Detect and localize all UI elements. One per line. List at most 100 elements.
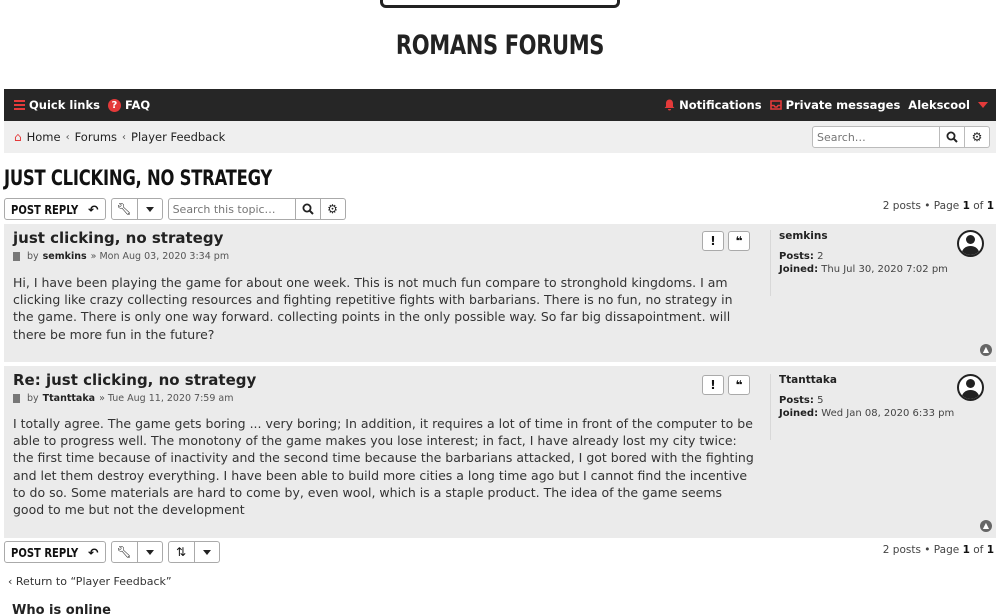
profile-joined: Joined: Wed Jan 08, 2020 6:33 pm (779, 408, 992, 419)
post-meta: by semkins » Mon Aug 03, 2020 3:34 pm (13, 251, 229, 262)
profile-posts-label: Posts: (779, 251, 814, 262)
caret-down-icon (978, 102, 988, 108)
bell-icon (664, 99, 675, 111)
exclamation-icon: ! (710, 378, 716, 392)
post-buttons: ! ❝ (702, 231, 750, 251)
header-search-button[interactable] (940, 126, 965, 148)
breadcrumb-player-feedback[interactable]: Player Feedback (131, 130, 225, 144)
inbox-icon (769, 100, 782, 110)
quote-icon: ❝ (735, 234, 743, 248)
quick-links-label: Quick links (29, 98, 100, 112)
post: Re: just clicking, no strategy by Ttantt… (4, 366, 996, 538)
caret-down-icon (145, 206, 154, 212)
gear-icon: ⚙ (327, 202, 338, 216)
wrench-icon: 🔧︎ (112, 199, 138, 219)
username-label: Alekscool (908, 98, 970, 112)
page-current: 1 (962, 544, 970, 556)
avatar[interactable] (957, 230, 984, 257)
search-icon (302, 203, 314, 215)
site-logo[interactable] (380, 0, 620, 8)
user-menu[interactable]: Alekscool (908, 98, 988, 112)
post: just clicking, no strategy by semkins » … (4, 224, 996, 362)
post-reply-button[interactable]: POST REPLY ↶ (4, 541, 106, 563)
caret-down-icon (145, 549, 154, 555)
post-date: » Mon Aug 03, 2020 3:34 pm (90, 251, 230, 262)
header-search: ⚙ (812, 126, 990, 148)
post-reply-label: POST REPLY (11, 544, 79, 560)
quote-icon: ❝ (735, 378, 743, 392)
topic-tools-dropdown[interactable]: 🔧︎ (110, 541, 163, 563)
return-link[interactable]: ‹ Return to “Player Feedback” (8, 575, 172, 588)
post-author[interactable]: semkins (43, 251, 87, 262)
page-current: 1 (962, 200, 970, 212)
topic-title[interactable]: JUST CLICKING, NO STRATEGY (4, 166, 272, 190)
profile-posts-count[interactable]: 5 (817, 395, 823, 406)
back-to-top-icon[interactable]: ▲ (980, 344, 992, 356)
exclamation-icon: ! (710, 234, 716, 248)
gear-icon: ⚙ (971, 130, 983, 144)
back-to-top-icon[interactable]: ▲ (980, 520, 992, 532)
quote-button[interactable]: ❝ (728, 375, 750, 395)
profile-posts-label: Posts: (779, 395, 814, 406)
sort-icon: ⇅ (169, 542, 195, 562)
topic-action-bar-top: POST REPLY ↶ 🔧︎ ⚙ (4, 198, 346, 220)
report-button[interactable]: ! (702, 231, 724, 251)
topic-search-input[interactable] (167, 198, 296, 220)
topic-search: ⚙ (167, 198, 346, 220)
post-title[interactable]: just clicking, no strategy (13, 229, 223, 247)
pagination-of: of (973, 544, 984, 556)
chevron-left-icon: ‹ (8, 575, 13, 588)
site-title: ROMANS FORUMS (395, 30, 605, 61)
profile-joined-date: Wed Jan 08, 2020 6:33 pm (821, 408, 955, 419)
reply-arrow-icon: ↶ (88, 544, 99, 560)
topic-action-bar-bottom: POST REPLY ↶ 🔧︎ ⇅ (4, 541, 220, 563)
quote-button[interactable]: ❝ (728, 231, 750, 251)
pagination-top: 2 posts • Page 1 of 1 (883, 200, 994, 212)
private-messages-link[interactable]: Private messages (769, 98, 900, 112)
advanced-search-button[interactable]: ⚙ (965, 126, 990, 148)
topic-tools-dropdown[interactable]: 🔧︎ (110, 198, 163, 220)
pagination-text: 2 posts • Page (882, 200, 960, 212)
post-by: by (27, 251, 39, 262)
breadcrumb-bar: ⌂ Home ‹ Forums ‹ Player Feedback ⚙ (4, 121, 996, 153)
breadcrumb-forums[interactable]: Forums (75, 130, 117, 144)
pagination-bottom: 2 posts • Page 1 of 1 (883, 544, 994, 556)
return-label: Return to “Player Feedback” (15, 575, 172, 588)
pagination-of: of (973, 200, 984, 212)
post-buttons: ! ❝ (702, 375, 750, 395)
faq-label: FAQ (124, 98, 151, 112)
topic-advanced-search-button[interactable]: ⚙ (320, 198, 346, 220)
post-icon[interactable] (13, 252, 20, 261)
post-profile: semkins Posts: 2 Joined: Thu Jul 30, 202… (770, 230, 992, 296)
profile-joined: Joined: Thu Jul 30, 2020 7:02 pm (779, 264, 992, 275)
notifications-link[interactable]: Notifications (664, 98, 762, 112)
home-icon: ⌂ (14, 130, 22, 144)
avatar[interactable] (957, 374, 984, 401)
quick-links-menu[interactable]: Quick links (14, 98, 100, 112)
post-title[interactable]: Re: just clicking, no strategy (13, 371, 256, 389)
sort-options-dropdown[interactable]: ⇅ (167, 541, 220, 563)
post-body: Hi, I have been playing the game for abo… (13, 275, 733, 342)
who-is-online-heading: Who is online (12, 603, 111, 614)
hamburger-icon (14, 98, 25, 112)
post-icon[interactable] (13, 394, 20, 403)
reply-arrow-icon: ↶ (88, 201, 99, 217)
pagination-text: 2 posts • Page (882, 544, 960, 556)
search-icon (946, 131, 958, 143)
profile-joined-label: Joined: (779, 264, 819, 275)
topic-search-button[interactable] (295, 198, 321, 220)
question-icon: ? (107, 98, 121, 112)
post-reply-label: POST REPLY (11, 201, 79, 217)
faq-link[interactable]: ? FAQ (107, 98, 151, 112)
post-reply-button[interactable]: POST REPLY ↶ (4, 198, 106, 220)
header-search-input[interactable] (812, 126, 940, 148)
post-body: I totally agree. The game gets boring ..… (13, 416, 754, 518)
page-total: 1 (986, 200, 994, 212)
breadcrumb-home[interactable]: Home (27, 130, 61, 144)
breadcrumb-separator-icon: ‹ (122, 131, 127, 143)
post-author[interactable]: Ttanttaka (43, 393, 95, 404)
post-meta: by Ttanttaka » Tue Aug 11, 2020 7:59 am (13, 393, 233, 404)
profile-posts-count[interactable]: 2 (817, 251, 823, 262)
report-button[interactable]: ! (702, 375, 724, 395)
breadcrumb-separator-icon: ‹ (65, 131, 70, 143)
